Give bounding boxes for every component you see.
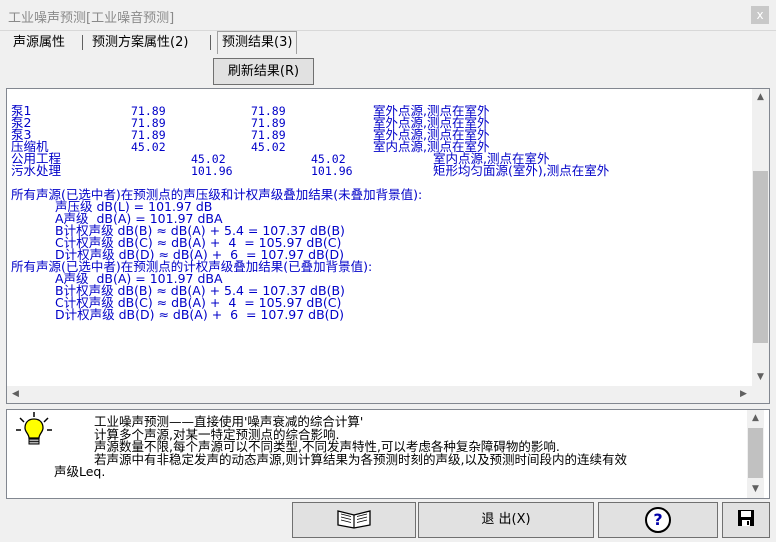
exit-button[interactable]: 退 出(X) xyxy=(418,502,594,538)
source-level: 45.02 xyxy=(131,140,166,154)
result-row: 污水处理 101.96 101.96 矩形均匀面源(室外),测点在室外 xyxy=(11,163,746,178)
help-line: 声级Leq. xyxy=(54,464,106,479)
scroll-down-icon[interactable]: ▼ xyxy=(752,369,769,386)
help-button[interactable]: ? xyxy=(598,502,718,538)
close-button[interactable]: x xyxy=(751,6,769,24)
book-icon xyxy=(337,510,371,529)
save-icon xyxy=(738,510,754,526)
source-type: 矩形均匀面源(室外),测点在室外 xyxy=(433,163,610,178)
result-row: 公用工程 45.02 45.02 室内点源,测点在室外 xyxy=(11,152,746,165)
results-output[interactable]: 泵1 71.89 71.89 室外点源,测点在室外 泵2 71.89 71.89… xyxy=(6,88,770,404)
title-bar: 工业噪声预测[工业噪音预测] x xyxy=(0,0,776,31)
window-title: 工业噪声预测[工业噪音预测] xyxy=(8,11,175,26)
lightbulb-icon xyxy=(16,412,52,445)
scroll-thumb[interactable] xyxy=(748,428,763,478)
source-contribution: 45.02 xyxy=(251,140,286,154)
scroll-down-icon[interactable]: ▼ xyxy=(747,481,764,498)
source-name: 污水处理 xyxy=(11,163,62,178)
help-question-icon: ? xyxy=(645,507,671,533)
scrollbar-corner xyxy=(752,386,769,403)
manual-button[interactable] xyxy=(292,502,416,538)
results-text: 泵1 71.89 71.89 室外点源,测点在室外 泵2 71.89 71.89… xyxy=(11,105,746,385)
scroll-thumb[interactable] xyxy=(753,171,768,343)
vertical-scrollbar[interactable]: ▲ ▼ xyxy=(752,89,769,386)
tab-source-properties[interactable]: 声源属性 xyxy=(13,32,65,53)
refresh-results-button[interactable]: 刷新结果(R) xyxy=(213,58,314,85)
scroll-up-icon[interactable]: ▲ xyxy=(752,89,769,106)
horizontal-scrollbar[interactable]: ◀ ▶ xyxy=(7,386,752,403)
tab-results[interactable]: 预测结果(3) xyxy=(217,31,298,54)
scroll-left-icon[interactable]: ◀ xyxy=(7,386,24,403)
summary-line: D计权声级 dB(D) ≈ dB(A) + 6 = 107.97 dB(D) xyxy=(55,307,345,322)
source-level: 101.96 xyxy=(191,164,233,178)
help-scrollbar[interactable]: ▲ ▼ xyxy=(747,410,764,498)
help-text: 工业噪声预测——直接使用'噪声衰减的综合计算' 计算多个声源,对某一特定预测点的… xyxy=(54,415,736,479)
help-line: 若声源中有非稳定发声的动态声源,则计算结果为各预测时刻的声级,以及预测时间段内的… xyxy=(94,451,627,467)
tab-separator xyxy=(82,35,83,50)
result-row: 压缩机 45.02 45.02 室内点源,测点在室外 xyxy=(11,140,746,154)
source-contribution: 101.96 xyxy=(311,164,353,178)
tab-separator xyxy=(210,35,211,50)
scroll-right-icon[interactable]: ▶ xyxy=(735,386,752,403)
tab-scheme-properties[interactable]: 预测方案属性(2) xyxy=(92,32,188,53)
save-button[interactable] xyxy=(722,502,770,538)
scroll-up-icon[interactable]: ▲ xyxy=(747,410,764,427)
